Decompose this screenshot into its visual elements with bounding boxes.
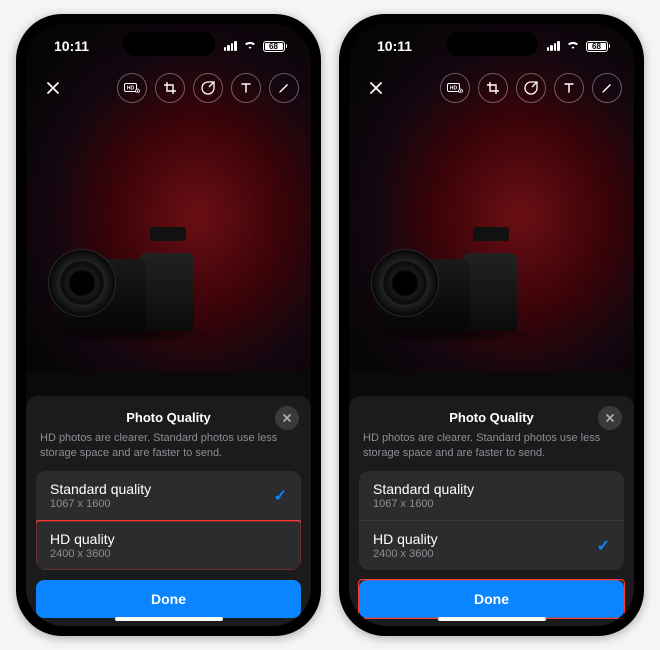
crop-icon[interactable]: [155, 73, 185, 103]
status-time: 10:11: [54, 38, 89, 54]
iphone-frame: 10:11 68 HD Photo Qu: [339, 14, 644, 636]
sheet-description: HD photos are clearer. Standard photos u…: [36, 431, 301, 471]
option-label: Standard quality: [50, 481, 151, 497]
quality-options: Standard quality 1067 x 1600 ✓ HD qualit…: [36, 471, 301, 570]
option-standard-quality[interactable]: Standard quality 1067 x 1600 ✓: [36, 471, 301, 520]
option-standard-quality[interactable]: Standard quality 1067 x 1600: [359, 471, 624, 520]
checkmark-icon: ✓: [597, 536, 610, 556]
draw-icon[interactable]: [269, 73, 299, 103]
option-hd-quality[interactable]: HD quality 2400 x 3600: [36, 520, 301, 570]
dynamic-island: [123, 32, 215, 56]
photo-quality-sheet: Photo Quality HD photos are clearer. Sta…: [26, 396, 311, 626]
screen: 10:11 68 HD Photo Qu: [349, 24, 634, 626]
option-label: HD quality: [50, 531, 115, 547]
close-sheet-button[interactable]: [275, 406, 299, 430]
screen: 10:11 68 HD Photo Qu: [26, 24, 311, 626]
done-button[interactable]: Done: [36, 580, 301, 618]
close-icon[interactable]: [38, 73, 68, 103]
battery-icon: 68: [263, 41, 288, 52]
sticker-icon[interactable]: [193, 73, 223, 103]
sheet-description: HD photos are clearer. Standard photos u…: [359, 431, 624, 471]
home-indicator[interactable]: [115, 617, 223, 621]
svg-text:HD: HD: [127, 86, 135, 92]
close-sheet-button[interactable]: [598, 406, 622, 430]
done-button[interactable]: Done: [359, 580, 624, 618]
hd-icon[interactable]: HD: [440, 73, 470, 103]
sheet-title: Photo Quality: [449, 410, 534, 425]
crop-icon[interactable]: [478, 73, 508, 103]
quality-options: Standard quality 1067 x 1600 HD quality …: [359, 471, 624, 570]
home-indicator[interactable]: [438, 617, 546, 621]
close-icon[interactable]: [361, 73, 391, 103]
text-icon[interactable]: [554, 73, 584, 103]
photo-quality-sheet: Photo Quality HD photos are clearer. Sta…: [349, 396, 634, 626]
battery-icon: 68: [586, 41, 611, 52]
option-resolution: 2400 x 3600: [50, 548, 115, 560]
dynamic-island: [446, 32, 538, 56]
iphone-frame: 10:11 68 HD Photo Qu: [16, 14, 321, 636]
option-resolution: 1067 x 1600: [50, 498, 151, 510]
editor-toolbar: HD: [349, 68, 634, 108]
hd-icon[interactable]: HD: [117, 73, 147, 103]
wifi-icon: [566, 39, 580, 53]
cellular-icon: [224, 41, 237, 51]
draw-icon[interactable]: [592, 73, 622, 103]
status-right: 68: [224, 39, 288, 53]
editor-toolbar: HD: [26, 68, 311, 108]
svg-text:HD: HD: [450, 86, 458, 92]
option-resolution: 2400 x 3600: [373, 548, 438, 560]
option-resolution: 1067 x 1600: [373, 498, 474, 510]
text-icon[interactable]: [231, 73, 261, 103]
option-label: Standard quality: [373, 481, 474, 497]
status-right: 68: [547, 39, 611, 53]
option-hd-quality[interactable]: HD quality 2400 x 3600 ✓: [359, 520, 624, 570]
sheet-title: Photo Quality: [126, 410, 211, 425]
sticker-icon[interactable]: [516, 73, 546, 103]
cellular-icon: [547, 41, 560, 51]
wifi-icon: [243, 39, 257, 53]
status-time: 10:11: [377, 38, 412, 54]
checkmark-icon: ✓: [274, 486, 287, 506]
option-label: HD quality: [373, 531, 438, 547]
